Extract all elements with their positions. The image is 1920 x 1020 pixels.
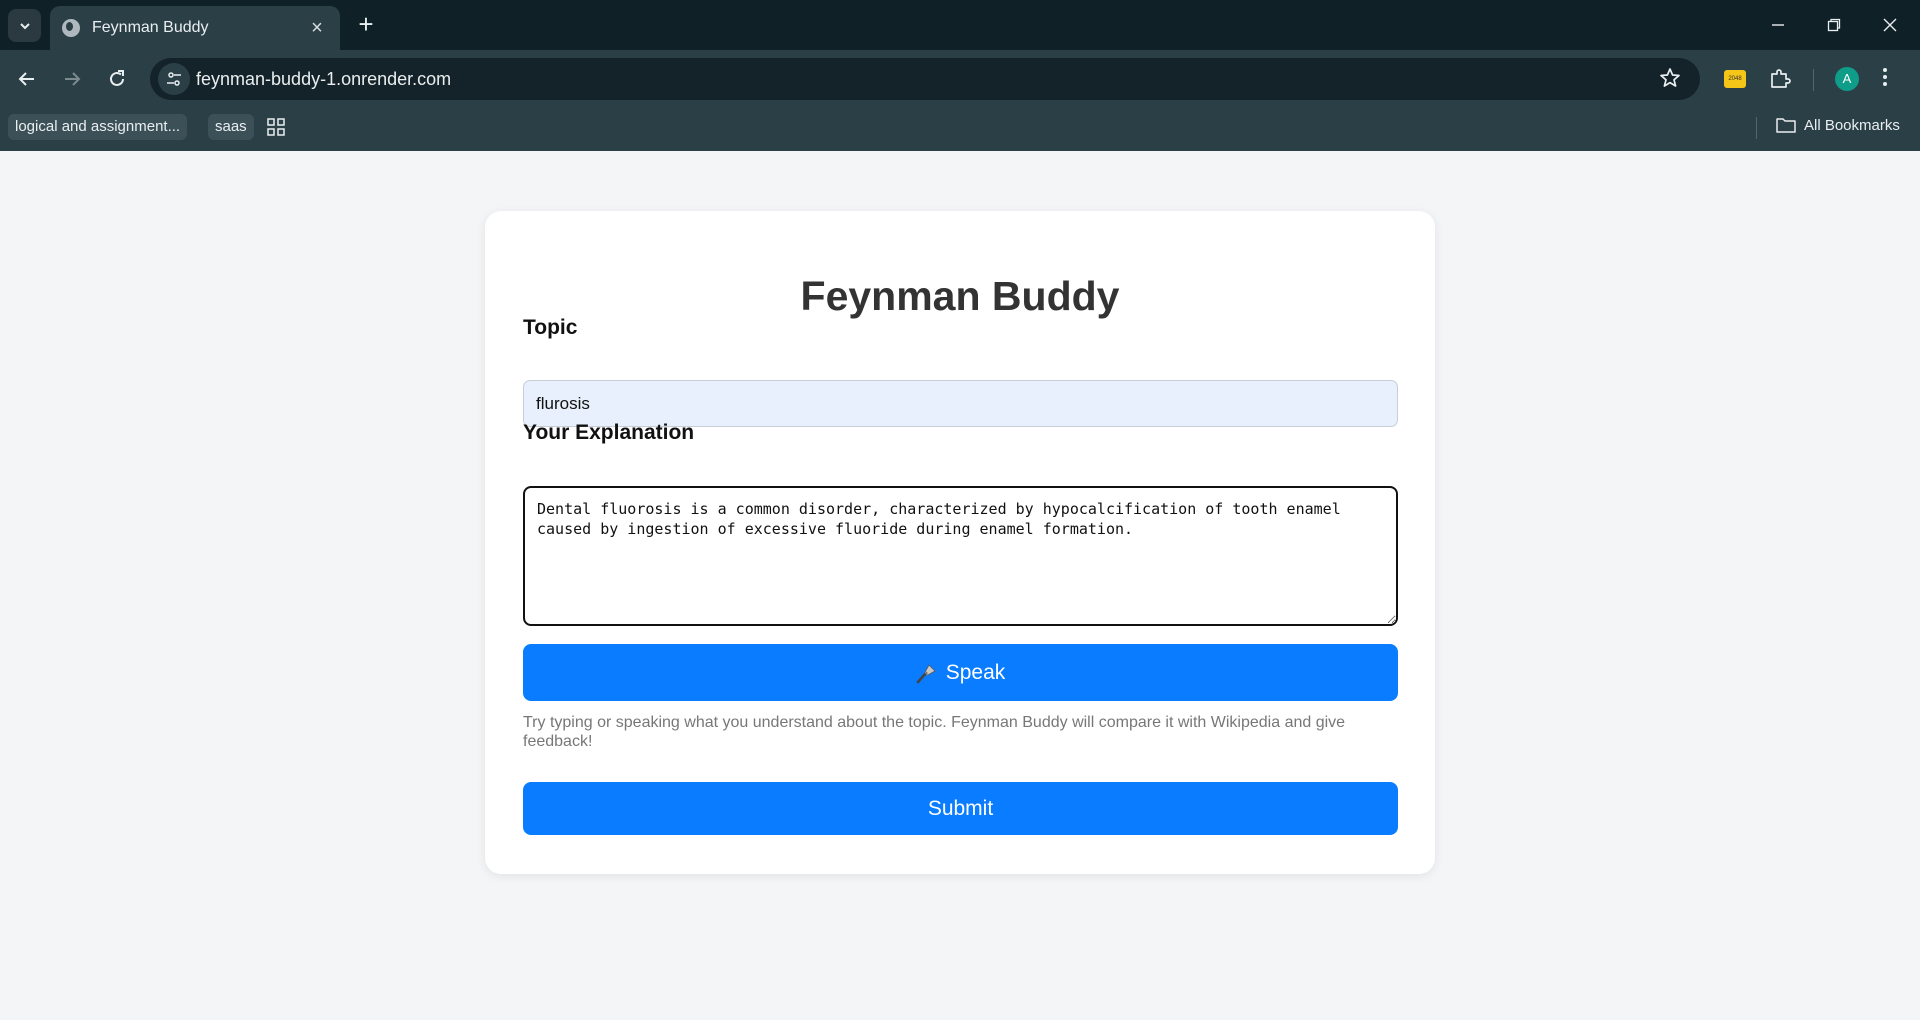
apps-grid-icon[interactable] <box>266 117 286 142</box>
bookmark-logical-assignment[interactable]: logical and assignment... <box>8 114 188 140</box>
site-info-button[interactable] <box>158 63 190 95</box>
explanation-textarea[interactable]: Dental fluorosis is a common disorder, c… <box>523 486 1398 626</box>
helper-text: Try typing or speaking what you understa… <box>523 714 1346 750</box>
minimize-button[interactable] <box>1750 8 1806 42</box>
tab-bar: Feynman Buddy × + <box>0 0 1920 50</box>
page-content: Feynman Buddy Topic Your Explanation Den… <box>0 151 1920 1020</box>
tab-search-button[interactable] <box>8 9 41 42</box>
submit-button[interactable]: Submit <box>523 782 1398 835</box>
speak-label: Speak <box>945 660 1006 684</box>
profile-avatar[interactable]: A <box>1835 67 1859 91</box>
address-bar[interactable]: feynman-buddy-1.onrender.com <box>150 58 1700 100</box>
close-tab-icon[interactable]: × <box>306 17 328 40</box>
restore-icon <box>1827 18 1841 32</box>
minimize-icon <box>1772 24 1784 26</box>
page-title: Feynman Buddy <box>800 273 1120 319</box>
chevron-down-icon <box>19 22 30 29</box>
feynman-card: Feynman Buddy Topic Your Explanation Den… <box>485 211 1435 874</box>
browser-toolbar: feynman-buddy-1.onrender.com 2048 A <box>0 50 1920 108</box>
back-button[interactable] <box>10 62 44 96</box>
bookmark-saas[interactable]: saas <box>208 114 254 140</box>
browser-tab[interactable]: Feynman Buddy × <box>50 6 340 50</box>
microphone-icon <box>916 663 936 683</box>
more-menu-icon[interactable] <box>1882 66 1888 93</box>
extensions-puzzle-icon[interactable] <box>1768 66 1792 95</box>
speak-button[interactable]: Speak <box>523 644 1398 701</box>
restore-button[interactable] <box>1806 8 1862 42</box>
bookmarks-bar: logical and assignment... saas All Bookm… <box>0 108 1920 151</box>
bookmarks-divider <box>1756 117 1757 139</box>
folder-icon <box>1776 118 1796 133</box>
globe-icon <box>62 19 80 37</box>
forward-button[interactable] <box>55 62 89 96</box>
reload-icon <box>110 70 124 86</box>
url-text[interactable]: feynman-buddy-1.onrender.com <box>196 69 451 90</box>
tune-icon <box>167 72 181 86</box>
all-bookmarks-button[interactable]: All Bookmarks <box>1776 116 1900 134</box>
close-window-button[interactable] <box>1862 8 1918 42</box>
topic-label: Topic <box>523 316 578 339</box>
tab-title: Feynman Buddy <box>92 19 209 36</box>
all-bookmarks-label: All Bookmarks <box>1804 116 1900 134</box>
close-icon <box>1883 18 1897 32</box>
topic-input[interactable] <box>523 380 1398 427</box>
arrow-left-icon <box>18 72 34 86</box>
extension-2048-icon[interactable]: 2048 <box>1724 70 1746 88</box>
explanation-label: Your Explanation <box>523 421 695 444</box>
toolbar-divider <box>1813 69 1814 91</box>
arrow-right-icon <box>65 72 81 86</box>
new-tab-button[interactable]: + <box>352 11 380 39</box>
reload-button[interactable] <box>100 62 134 96</box>
bookmark-star-icon[interactable] <box>1658 66 1682 95</box>
